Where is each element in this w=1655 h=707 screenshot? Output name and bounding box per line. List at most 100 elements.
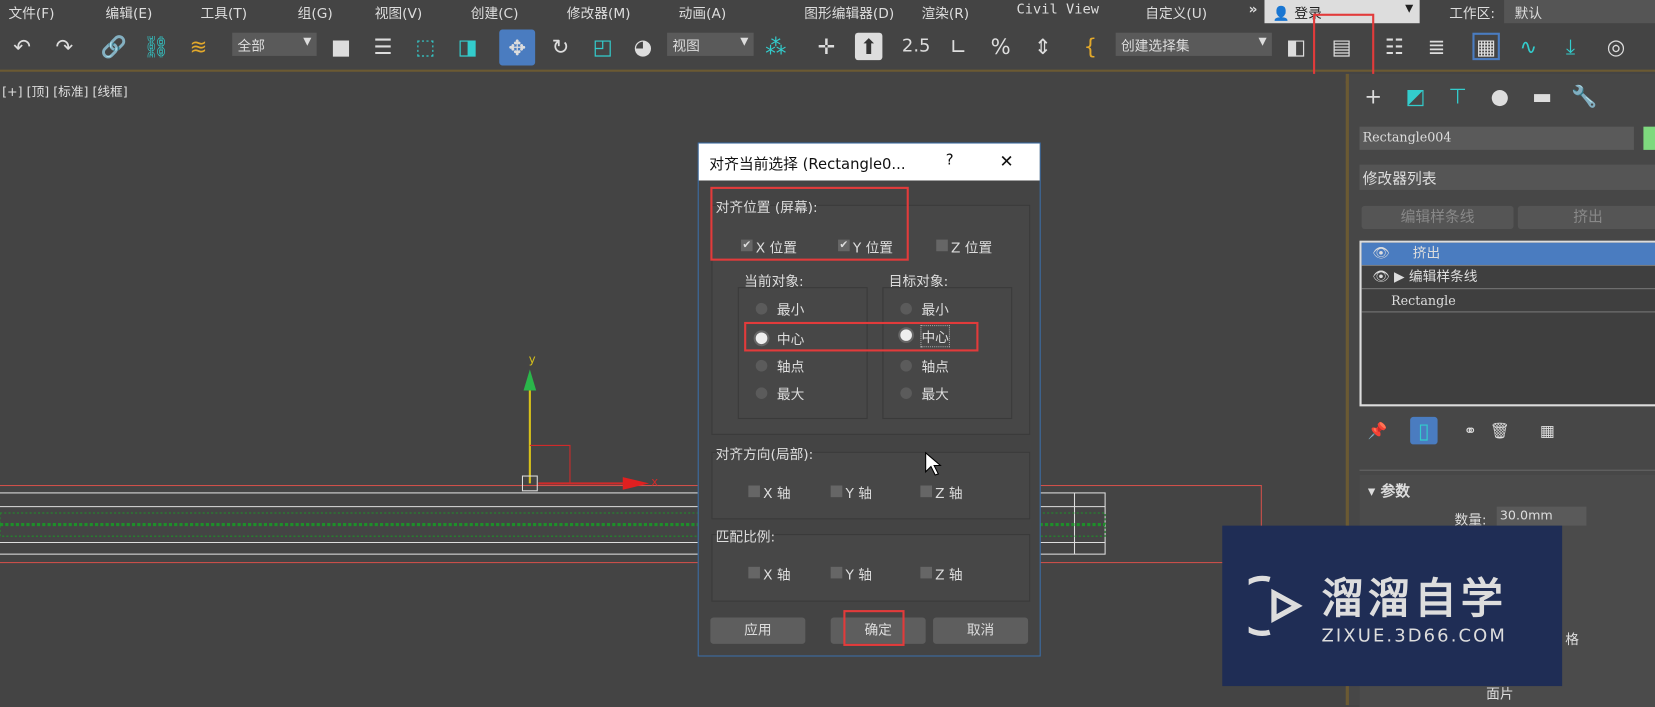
- edit-named-selection-icon[interactable]: {: [1077, 33, 1104, 60]
- create-tab-icon[interactable]: +: [1359, 82, 1386, 109]
- object-name-input[interactable]: Rectangle004: [1359, 126, 1634, 150]
- ribbon-icon[interactable]: ▦: [1472, 32, 1500, 61]
- display-tab-icon[interactable]: ▬: [1528, 82, 1555, 109]
- motion-tab-icon[interactable]: ●: [1486, 82, 1513, 109]
- show-end-result-icon[interactable]: ▯: [1410, 416, 1438, 445]
- parameters-title[interactable]: ▾ 参数: [1368, 480, 1410, 501]
- redo-icon[interactable]: ↷: [51, 33, 78, 60]
- amount-input[interactable]: 30.0mm: [1496, 506, 1587, 526]
- orient-y-checkbox[interactable]: [830, 485, 843, 498]
- current-pivot-radio[interactable]: [755, 359, 768, 372]
- pin-stack-icon[interactable]: 📌: [1364, 417, 1391, 444]
- link-icon[interactable]: 🔗: [100, 33, 127, 60]
- target-maximum-radio[interactable]: [900, 387, 912, 399]
- cancel-button[interactable]: 取消: [933, 617, 1029, 644]
- z-position-checkbox[interactable]: [936, 239, 948, 252]
- menu-group[interactable]: 组(G): [298, 2, 333, 22]
- menu-tools[interactable]: 工具(T): [201, 2, 248, 22]
- extrude-button[interactable]: 挤出: [1517, 205, 1655, 230]
- hierarchy-tab-icon[interactable]: ⊤: [1444, 82, 1471, 109]
- select-by-name-icon[interactable]: ☰: [369, 33, 396, 60]
- menu-view[interactable]: 视图(V): [375, 2, 423, 22]
- current-minimum-label[interactable]: 最小: [777, 299, 804, 319]
- eye-icon[interactable]: 👁: [1372, 246, 1389, 262]
- unlink-icon[interactable]: ⛓: [142, 33, 170, 60]
- menu-create[interactable]: 创建(C): [471, 2, 519, 22]
- menu-civil-view[interactable]: Civil View: [1016, 2, 1099, 18]
- percent-snap-icon[interactable]: %: [987, 33, 1014, 60]
- stack-item-edit-spline[interactable]: 👁 ▶ 编辑样条线: [1361, 266, 1655, 290]
- modifier-stack[interactable]: 👁 挤出 👁 ▶ 编辑样条线 Rectangle: [1359, 240, 1655, 407]
- select-move-icon[interactable]: ✥: [499, 29, 536, 66]
- current-maximum-radio[interactable]: [755, 387, 768, 399]
- menu-rendering[interactable]: 渲染(R): [921, 2, 969, 22]
- menu-graph-editors[interactable]: 图形编辑器(D): [804, 2, 894, 22]
- material-editor-icon[interactable]: ◎: [1602, 33, 1629, 60]
- target-maximum-label[interactable]: 最大: [921, 383, 948, 403]
- apply-button[interactable]: 应用: [710, 617, 806, 644]
- current-maximum-label[interactable]: 最大: [777, 383, 804, 403]
- target-minimum-label[interactable]: 最小: [921, 299, 948, 319]
- scale-z-checkbox[interactable]: [920, 566, 933, 579]
- viewport-top[interactable]: [+] [顶] [标准] [线框] y x: [0, 73, 1346, 706]
- selection-filter-dropdown[interactable]: 全部 ▼: [232, 32, 317, 56]
- rectangular-selection-icon[interactable]: ⬚: [412, 33, 439, 60]
- snap-toggle-icon[interactable]: 2.5: [902, 33, 931, 60]
- bind-space-warp-icon[interactable]: ≋: [185, 33, 212, 60]
- scale-x-checkbox[interactable]: [748, 566, 760, 579]
- scale-y-checkbox[interactable]: [830, 566, 843, 579]
- layer-explorer-icon[interactable]: ≣: [1423, 33, 1450, 60]
- current-pivot-label[interactable]: 轴点: [777, 356, 804, 376]
- orient-x-checkbox[interactable]: [748, 485, 760, 498]
- orient-x-label[interactable]: X 轴: [763, 482, 790, 503]
- dialog-title-bar[interactable]: 对齐当前选择 (Rectangle0... ? ✕: [698, 143, 1040, 181]
- help-button[interactable]: ?: [946, 152, 954, 169]
- mirror-icon[interactable]: ◧: [1282, 33, 1309, 60]
- angle-snap-icon[interactable]: ∟: [945, 33, 972, 60]
- z-position-label[interactable]: Z 位置: [951, 236, 992, 257]
- select-object-icon[interactable]: ■: [327, 33, 354, 60]
- orient-z-label[interactable]: Z 轴: [935, 482, 962, 503]
- window-crossing-icon[interactable]: ◨: [454, 33, 481, 60]
- scale-y-label[interactable]: Y 轴: [845, 564, 871, 584]
- close-button[interactable]: ✕: [1000, 151, 1014, 171]
- scale-x-label[interactable]: X 轴: [763, 564, 790, 584]
- object-color-swatch[interactable]: [1643, 126, 1655, 150]
- select-scale-icon[interactable]: ◰: [589, 33, 616, 60]
- target-pivot-label[interactable]: 轴点: [921, 356, 948, 376]
- configure-sets-icon[interactable]: ▦: [1534, 417, 1561, 444]
- target-pivot-radio[interactable]: [900, 359, 912, 372]
- eye-icon[interactable]: 👁: [1372, 269, 1389, 285]
- reference-coord-dropdown[interactable]: 视图 ▼: [667, 32, 754, 56]
- orient-z-checkbox[interactable]: [920, 485, 933, 498]
- pivot-center-icon[interactable]: ⁂: [762, 33, 789, 60]
- curve-editor-icon[interactable]: ∿: [1515, 33, 1542, 60]
- menu-customize[interactable]: 自定义(U): [1145, 2, 1207, 22]
- scene-explorer-icon[interactable]: ☷: [1381, 33, 1408, 60]
- stack-item-extrude[interactable]: 👁 挤出: [1361, 242, 1655, 266]
- keyboard-shortcut-icon[interactable]: ⬆: [854, 32, 883, 61]
- menu-edit[interactable]: 编辑(E): [106, 2, 153, 22]
- undo-icon[interactable]: ↶: [8, 33, 35, 60]
- expand-icon[interactable]: ▶: [1394, 269, 1405, 285]
- remove-modifier-icon[interactable]: 🗑: [1486, 417, 1513, 444]
- modify-tab-icon[interactable]: ◩: [1402, 82, 1429, 109]
- schematic-view-icon[interactable]: ⤓: [1557, 33, 1584, 60]
- select-rotate-icon[interactable]: ↻: [547, 33, 574, 60]
- current-minimum-radio[interactable]: [755, 302, 768, 315]
- utilities-tab-icon[interactable]: 🔧: [1571, 82, 1598, 109]
- modifier-list-dropdown[interactable]: 修改器列表: [1359, 164, 1655, 190]
- stack-item-rectangle[interactable]: Rectangle: [1361, 289, 1655, 313]
- orient-y-label[interactable]: Y 轴: [845, 482, 871, 503]
- workspace-dropdown[interactable]: 默认: [1504, 0, 1655, 24]
- named-selection-dropdown[interactable]: 创建选择集 ▼: [1115, 32, 1272, 56]
- spinner-snap-icon[interactable]: ⇕: [1029, 33, 1056, 60]
- menu-animation[interactable]: 动画(A): [679, 2, 727, 22]
- scale-z-label[interactable]: Z 轴: [935, 564, 962, 584]
- edit-spline-button[interactable]: 编辑样条线: [1361, 205, 1514, 230]
- placement-icon[interactable]: ◕: [629, 33, 656, 60]
- menu-modifiers[interactable]: 修改器(M): [567, 2, 631, 22]
- select-manipulate-icon[interactable]: ✛: [813, 33, 840, 60]
- menu-more[interactable]: »: [1249, 2, 1258, 18]
- make-unique-icon[interactable]: ⚭: [1457, 417, 1484, 444]
